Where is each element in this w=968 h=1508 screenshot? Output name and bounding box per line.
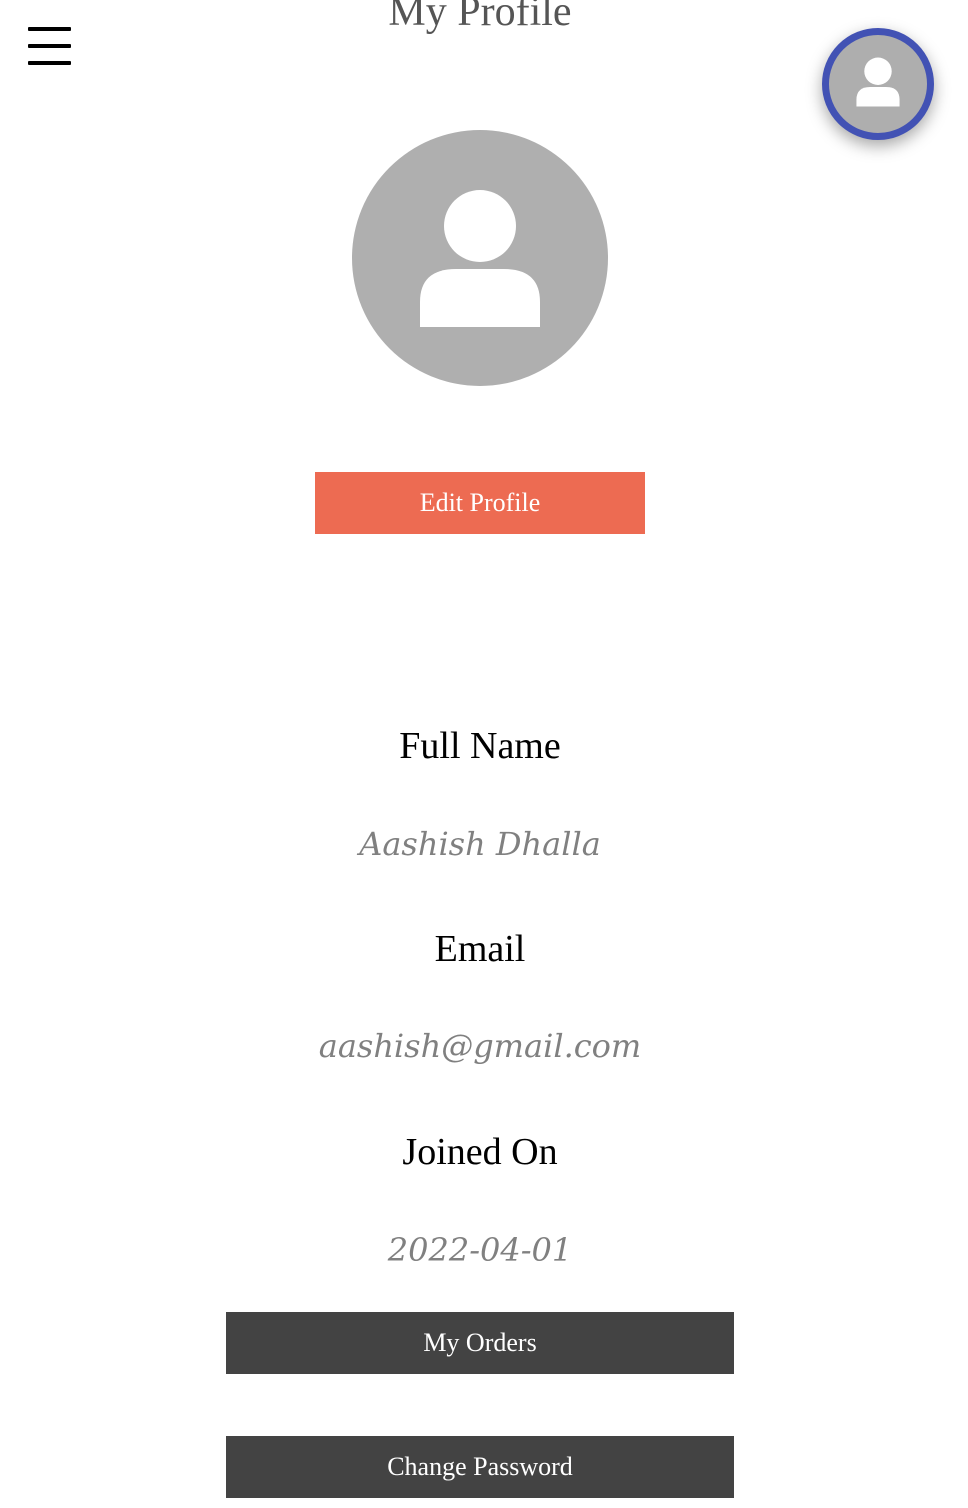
edit-profile-button[interactable]: Edit Profile <box>315 472 645 534</box>
email-label: Email <box>434 928 526 970</box>
menu-bar <box>28 61 71 65</box>
user-avatar-icon <box>856 57 900 107</box>
my-orders-button[interactable]: My Orders <box>226 1312 734 1374</box>
joined-on-label: Joined On <box>402 1131 558 1173</box>
user-avatar-icon <box>420 190 540 327</box>
menu-bar <box>28 44 71 48</box>
full-name-value: Aashish Dhalla <box>359 825 601 863</box>
joined-on-value: 2022-04-01 <box>387 1231 573 1269</box>
menu-bar <box>28 27 71 31</box>
profile-avatar <box>352 130 608 386</box>
change-password-button[interactable]: Change Password <box>226 1436 734 1498</box>
hamburger-menu-icon[interactable] <box>28 27 72 67</box>
page-title: My Profile <box>388 0 572 35</box>
email-value: aashish@gmail.com <box>318 1027 642 1065</box>
account-avatar-button[interactable] <box>822 28 934 140</box>
full-name-label: Full Name <box>399 725 561 767</box>
